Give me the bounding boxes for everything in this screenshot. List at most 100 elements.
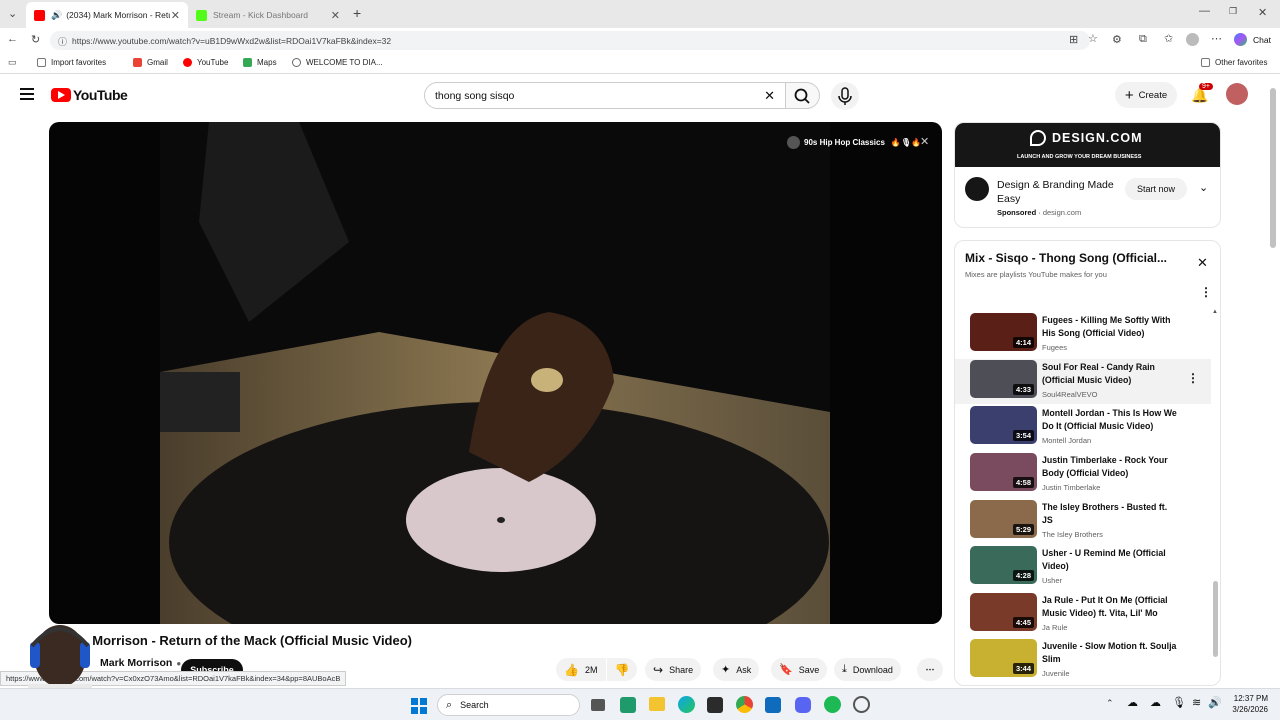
mail-icon[interactable]: [765, 697, 781, 713]
ad-banner[interactable]: DESIGN.COM LAUNCH AND GROW YOUR DREAM BU…: [955, 123, 1220, 167]
save-button[interactable]: 🔖 Save: [771, 658, 828, 681]
clock[interactable]: 12:37 PM 3/26/2026: [1230, 693, 1268, 715]
taskbar-search[interactable]: ⌕ Search: [437, 694, 580, 716]
search-input[interactable]: thong song sisqo ✕: [424, 82, 786, 109]
search-button[interactable]: [786, 82, 820, 109]
fav-import[interactable]: Import favorites: [37, 58, 106, 67]
fav-youtube[interactable]: YouTube: [183, 58, 228, 67]
back-icon[interactable]: ←: [7, 33, 18, 45]
list-item-hovered[interactable]: 4:33 Soul For Real - Candy Rain (Officia…: [955, 359, 1211, 404]
new-tab-icon[interactable]: +: [353, 5, 361, 21]
channel-info[interactable]: Mark Morrison ●: [100, 657, 181, 669]
list-item[interactable]: 3:44 Juvenile - Slow Motion ft. Soulja S…: [967, 639, 1215, 683]
mix-more-icon[interactable]: ⋮: [1200, 285, 1212, 299]
video-title[interactable]: Justin Timberlake - Rock Your Body (Offi…: [1042, 454, 1180, 480]
video-title[interactable]: Ja Rule - Put It On Me (Official Music V…: [1042, 594, 1180, 620]
file-explorer-icon[interactable]: [649, 697, 665, 711]
mix-title[interactable]: Mix - Sisqo - Thong Song (Official...: [965, 251, 1185, 265]
github-icon[interactable]: [853, 696, 870, 713]
extensions-icon[interactable]: ⚙: [1112, 33, 1122, 46]
discord-icon[interactable]: [795, 697, 811, 713]
copilot-icon[interactable]: [1234, 33, 1247, 46]
video-title[interactable]: Juvenile - Slow Motion ft. Soulja Slim: [1042, 640, 1180, 666]
more-menu-icon[interactable]: ⋯: [1211, 32, 1222, 45]
account-avatar[interactable]: [1226, 83, 1248, 105]
sponsored-ad[interactable]: DESIGN.COM LAUNCH AND GROW YOUR DREAM BU…: [954, 122, 1221, 228]
video-title[interactable]: Usher - U Remind Me (Official Video): [1042, 547, 1180, 573]
ask-button[interactable]: ✦ Ask: [713, 658, 760, 681]
split-screen-icon[interactable]: ⧉: [1139, 33, 1147, 46]
app-available-icon[interactable]: ⊞: [1069, 33, 1078, 46]
fav-welcome[interactable]: WELCOME TO DIA...: [292, 58, 383, 67]
list-item[interactable]: 4:45 Ja Rule - Put It On Me (Official Mu…: [967, 593, 1215, 637]
download-button[interactable]: ⤓ Download: [834, 658, 901, 681]
mix-scrollbar[interactable]: [1213, 581, 1218, 657]
close-tab-icon[interactable]: ✕: [171, 9, 180, 22]
video-thumbnail[interactable]: 4:33: [970, 360, 1037, 398]
list-scroll-up-icon[interactable]: ▲: [1212, 309, 1218, 315]
url-bar[interactable]: ⓘ https://www.youtube.com/watch?v=uB1D9w…: [50, 31, 1090, 50]
app-icon[interactable]: [620, 697, 636, 713]
chrome-icon[interactable]: [736, 696, 753, 713]
video-thumbnail[interactable]: 4:14: [970, 313, 1037, 351]
ad-title[interactable]: Design & Branding Made Easy: [997, 178, 1121, 206]
start-now-button[interactable]: Start now: [1125, 178, 1187, 200]
list-item[interactable]: 4:14 Fugees - Killing Me Softly With His…: [967, 313, 1215, 357]
edge-browser-icon[interactable]: [678, 696, 695, 713]
video-thumbnail[interactable]: 3:54: [970, 406, 1037, 444]
profile-avatar[interactable]: [1186, 33, 1199, 46]
close-overlay-icon[interactable]: ✕: [920, 135, 929, 148]
restore-icon[interactable]: ❐: [1229, 6, 1237, 17]
close-tab-icon[interactable]: ✕: [331, 9, 340, 22]
video-title[interactable]: Fugees - Killing Me Softly With His Song…: [1042, 314, 1180, 340]
show-hidden-icons-icon[interactable]: ⌃: [1106, 698, 1114, 709]
list-item[interactable]: 3:54 Montell Jordan - This Is How We Do …: [967, 406, 1215, 450]
hamburger-menu-icon[interactable]: [20, 88, 34, 100]
video-thumbnail[interactable]: 4:45: [970, 593, 1037, 631]
video-player[interactable]: 90s Hip Hop Classics 🔥🎙🔥 ✕: [49, 122, 942, 624]
volume-icon[interactable]: 🔊: [1208, 696, 1222, 709]
page-scrollbar[interactable]: [1270, 88, 1276, 248]
wifi-icon[interactable]: ≋: [1192, 696, 1201, 709]
expand-chevron-icon[interactable]: ⌄: [1199, 181, 1208, 194]
tab-kick[interactable]: Stream - Kick Dashboard ✕: [188, 2, 348, 28]
windows-start-icon[interactable]: [411, 698, 427, 714]
fav-maps[interactable]: Maps: [243, 58, 277, 67]
item-more-icon[interactable]: ⋮: [1187, 371, 1199, 385]
sidebar-toggle-icon[interactable]: ▭: [8, 57, 17, 68]
microphone-tray-icon[interactable]: 🎙: [1172, 696, 1186, 709]
video-thumbnail[interactable]: 5:29: [970, 500, 1037, 538]
refresh-icon[interactable]: ↻: [31, 33, 40, 46]
video-thumbnail[interactable]: 4:28: [970, 546, 1037, 584]
video-thumbnail[interactable]: 3:44: [970, 639, 1037, 677]
fav-gmail[interactable]: Gmail: [133, 58, 168, 67]
spotify-icon[interactable]: [824, 696, 841, 713]
chat-label[interactable]: Chat: [1253, 35, 1271, 45]
list-item[interactable]: 4:28 Usher - U Remind Me (Official Video…: [967, 546, 1215, 590]
youtube-logo[interactable]: YouTube: [51, 87, 128, 103]
minimize-icon[interactable]: —: [1199, 5, 1210, 17]
video-title[interactable]: Montell Jordan - This Is How We Do It (O…: [1042, 407, 1180, 433]
store-icon[interactable]: [707, 697, 723, 713]
close-window-icon[interactable]: ✕: [1258, 6, 1267, 19]
tab-youtube[interactable]: 🔊 (2034) Mark Morrison - Return of ✕: [26, 2, 188, 28]
video-title[interactable]: The Isley Brothers - Busted ft. JS: [1042, 501, 1180, 527]
dislike-button[interactable]: 👎: [607, 658, 637, 681]
site-info-icon[interactable]: ⓘ: [58, 35, 67, 48]
playlist-overlay[interactable]: 90s Hip Hop Classics 🔥🎙🔥: [787, 136, 921, 149]
video-title[interactable]: Soul For Real - Candy Rain (Official Mus…: [1042, 361, 1180, 387]
list-item[interactable]: 4:58 Justin Timberlake - Rock Your Body …: [967, 453, 1215, 497]
voice-search-button[interactable]: [831, 82, 859, 110]
tab-actions-chevron-icon[interactable]: ⌄: [8, 7, 17, 20]
close-mix-icon[interactable]: ✕: [1197, 255, 1208, 271]
cloud-sync-icon[interactable]: ☁: [1127, 696, 1138, 709]
speaker-icon[interactable]: 🔊: [51, 10, 62, 21]
more-actions-button[interactable]: ⋯: [917, 658, 943, 681]
list-item[interactable]: 5:29 The Isley Brothers - Busted ft. JS …: [967, 500, 1215, 544]
create-button[interactable]: + Create: [1115, 82, 1177, 108]
favorites-icon[interactable]: ✩: [1164, 32, 1173, 45]
task-view-icon[interactable]: [591, 699, 605, 711]
fav-other[interactable]: Other favorites: [1201, 58, 1267, 67]
clear-search-icon[interactable]: ✕: [764, 88, 775, 104]
share-button[interactable]: ↪ Share: [645, 658, 702, 681]
